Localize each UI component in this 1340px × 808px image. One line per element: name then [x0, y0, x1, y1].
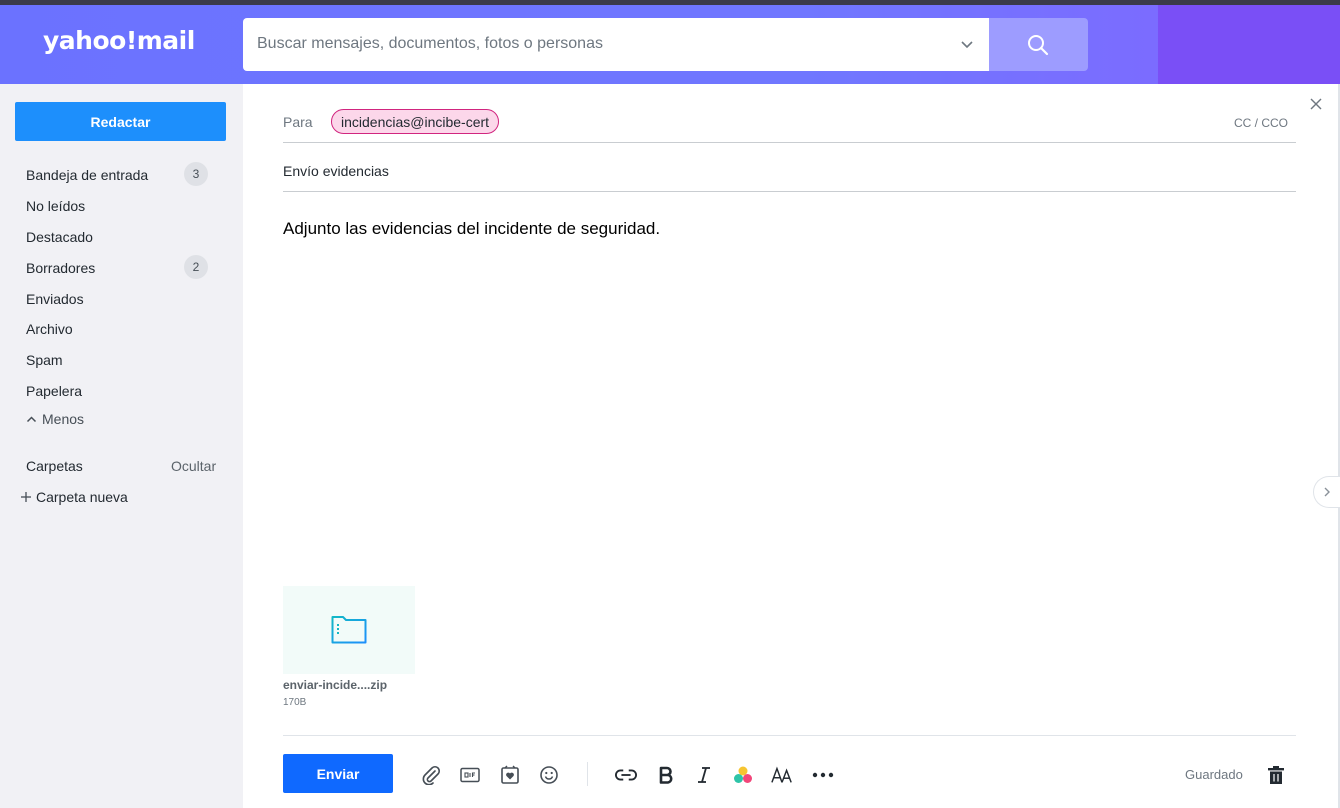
sticker-button[interactable]: [499, 764, 521, 786]
subject-field[interactable]: Envío evidencias: [283, 163, 389, 179]
trash-icon: [1268, 766, 1284, 784]
folders-heading: Carpetas: [26, 458, 83, 474]
more-options-button[interactable]: [812, 764, 834, 786]
show-less-label: Menos: [42, 411, 85, 427]
compose-button[interactable]: Redactar: [15, 102, 226, 141]
chevron-down-icon[interactable]: [959, 36, 975, 52]
close-icon[interactable]: [1308, 96, 1324, 112]
text-color-button[interactable]: [732, 764, 754, 786]
search-icon: [1028, 35, 1049, 56]
recipient-chip[interactable]: incidencias@incibe-cert: [331, 109, 500, 134]
link-icon: [615, 769, 637, 781]
side-panel-toggle[interactable]: [1313, 476, 1340, 508]
sidebar-item-sent[interactable]: Enviados: [26, 291, 84, 307]
sidebar-item-archive[interactable]: Archivo: [26, 321, 73, 337]
bold-icon: [659, 766, 673, 784]
sidebar-item-inbox[interactable]: Bandeja de entrada: [26, 167, 148, 183]
attachment-thumbnail[interactable]: [283, 586, 415, 674]
font-size-button[interactable]: [771, 764, 793, 786]
search-input[interactable]: Buscar mensajes, documentos, fotos o per…: [243, 18, 989, 71]
show-less-toggle[interactable]: Menos: [26, 411, 84, 427]
sidebar-item-spam[interactable]: Spam: [26, 352, 63, 368]
divider: [283, 191, 1296, 192]
sidebar-item-starred[interactable]: Destacado: [26, 229, 93, 245]
discard-draft-button[interactable]: [1265, 764, 1287, 786]
header-right-panel: [1158, 5, 1340, 84]
inbox-count-badge: 3: [184, 162, 208, 186]
gif-button[interactable]: [459, 764, 481, 786]
send-button[interactable]: Enviar: [283, 754, 393, 793]
new-folder-button[interactable]: Carpeta nueva: [20, 489, 128, 505]
font-size-icon: [771, 766, 792, 783]
search-placeholder: Buscar mensajes, documentos, fotos o per…: [257, 35, 603, 52]
new-folder-label: Carpeta nueva: [36, 489, 128, 505]
sidebar-item-drafts[interactable]: Borradores: [26, 260, 95, 276]
cc-bcc-link[interactable]: CC / CCO: [1234, 116, 1288, 130]
yahoo-mail-logo[interactable]: yahoo!mail: [43, 26, 195, 55]
more-icon: [812, 772, 834, 778]
chevron-up-icon: [26, 415, 37, 422]
sticker-icon: [501, 765, 519, 784]
bold-button[interactable]: [655, 764, 677, 786]
gif-icon: [460, 767, 480, 783]
emoji-icon: [540, 766, 558, 784]
sidebar: Redactar Bandeja de entrada 3 No leídos …: [0, 84, 243, 808]
plus-icon: [21, 492, 31, 502]
attach-file-button[interactable]: [420, 764, 442, 786]
attachment-size: 170B: [283, 697, 307, 708]
drafts-count-badge: 2: [184, 255, 208, 279]
toolbar-divider: [587, 762, 588, 786]
italic-button[interactable]: [693, 764, 715, 786]
divider: [283, 142, 1296, 143]
sidebar-item-unread[interactable]: No leídos: [26, 198, 85, 214]
color-icon: [734, 766, 752, 783]
hide-folders-link[interactable]: Ocultar: [171, 458, 216, 474]
sidebar-item-trash[interactable]: Papelera: [26, 383, 82, 399]
emoji-button[interactable]: [538, 764, 560, 786]
divider: [283, 735, 1296, 736]
chevron-right-icon: [1324, 487, 1330, 497]
insert-link-button[interactable]: [615, 764, 637, 786]
paperclip-icon: [422, 765, 441, 785]
attachment-name[interactable]: enviar-incide....zip: [283, 678, 387, 692]
search-button[interactable]: [989, 18, 1088, 71]
zip-folder-icon: [331, 616, 367, 644]
to-label: Para: [283, 114, 313, 130]
italic-icon: [698, 767, 710, 783]
message-body[interactable]: Adjunto las evidencias del incidente de …: [283, 219, 660, 239]
saved-status: Guardado: [1185, 767, 1243, 782]
